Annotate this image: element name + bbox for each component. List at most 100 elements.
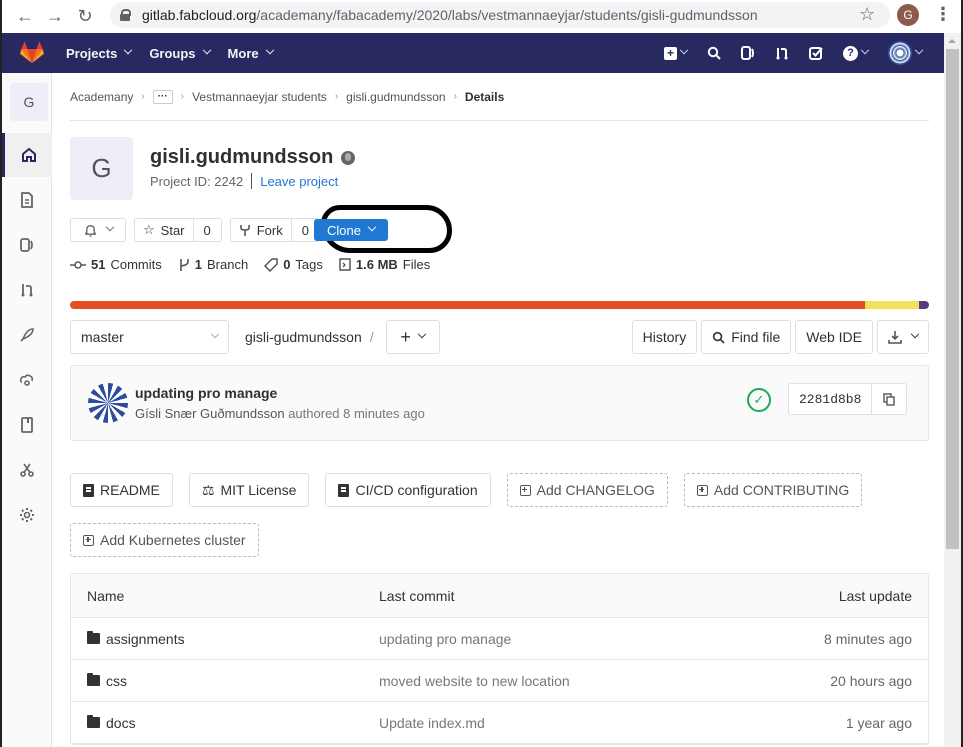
commit-author-name[interactable]: Gísli Snær Guðmundsson	[135, 406, 285, 421]
branch-stat[interactable]: 1 Branch	[178, 257, 248, 272]
files-stat[interactable]: 1.6 MB Files	[339, 257, 430, 272]
scroll-thumb[interactable]	[946, 49, 959, 549]
commits-count: 51	[91, 257, 106, 272]
last-commit-cell[interactable]: moved website to new location	[379, 673, 712, 689]
folder-name[interactable]: css	[106, 673, 127, 689]
file-name-cell: docs	[87, 715, 379, 731]
add-contributing-label: Add CONTRIBUTING	[713, 482, 850, 498]
sidebar-item-snippets[interactable]	[2, 448, 52, 492]
repo-root-link[interactable]: gisli-gudmundsson	[245, 329, 362, 345]
branch-icon	[179, 258, 189, 271]
language-segment[interactable]	[864, 301, 919, 309]
clone-button[interactable]: Clone	[313, 219, 388, 241]
todo-icon[interactable]	[809, 46, 823, 60]
nav-projects[interactable]: Projects	[66, 46, 133, 61]
new-dropdown[interactable]: +	[664, 45, 689, 60]
gitlab-logo-icon[interactable]	[20, 42, 44, 64]
help-dropdown[interactable]: ?	[843, 45, 870, 61]
add-changelog-button[interactable]: Add CHANGELOG	[506, 473, 668, 507]
download-icon	[888, 331, 902, 344]
tags-label: Tags	[295, 257, 323, 272]
sidebar-item-issues[interactable]	[2, 223, 52, 267]
tags-stat[interactable]: 0 Tags	[264, 257, 323, 272]
commit-author-avatar[interactable]	[88, 383, 128, 423]
sidebar-item-merge-requests[interactable]	[2, 268, 52, 312]
commit-title[interactable]: updating pro manage	[135, 385, 277, 401]
readme-button[interactable]: README	[70, 473, 173, 507]
folder-name[interactable]: docs	[106, 715, 136, 731]
breadcrumb-vestmannaeyjar-students[interactable]: Vestmannaeyjar students	[192, 90, 327, 104]
notification-dropdown[interactable]	[70, 218, 126, 242]
add-to-tree-dropdown[interactable]: +	[385, 320, 440, 354]
star-button[interactable]: ☆ Star	[135, 219, 193, 241]
browser-menu-icon[interactable]: ⋮	[934, 4, 952, 25]
reload-icon[interactable]: ↻	[70, 1, 100, 31]
issues-icon[interactable]	[741, 46, 755, 60]
column-header-name: Name	[87, 587, 125, 604]
branch-selector[interactable]: master	[70, 320, 229, 354]
copy-sha-button[interactable]	[872, 384, 906, 414]
ci-cd-configuration-button[interactable]: CI/CD configuration	[325, 473, 491, 507]
find-file-label: Find file	[731, 329, 781, 345]
breadcrumb-expand-button[interactable]: ···	[152, 89, 173, 104]
table-row[interactable]: css moved website to new location 20 hou…	[71, 660, 928, 702]
breadcrumb: Academany › ··· › Vestmannaeyjar student…	[70, 73, 929, 121]
page-scrollbar[interactable]	[944, 33, 961, 747]
sidebar-item-project-overview[interactable]	[2, 133, 52, 177]
pipeline-passed-icon[interactable]: ✓	[747, 388, 771, 412]
web-ide-button[interactable]: Web IDE	[795, 320, 873, 354]
readme-label: README	[100, 482, 160, 498]
plus-square-icon	[83, 534, 94, 546]
breadcrumb-project[interactable]: gisli.gudmundsson	[346, 90, 445, 104]
breadcrumb-academany[interactable]: Academany	[70, 90, 133, 104]
sidebar-item-repository[interactable]	[2, 178, 52, 222]
user-menu[interactable]	[888, 41, 924, 65]
history-button[interactable]: History	[631, 320, 698, 354]
sidebar-item-operations[interactable]	[2, 358, 52, 402]
language-segment[interactable]	[918, 301, 929, 309]
bookmark-star-icon[interactable]: ☆	[859, 4, 875, 25]
sidebar-item-wiki[interactable]	[2, 403, 52, 447]
project-title-row: gisli.gudmundsson	[150, 146, 356, 169]
add-kubernetes-cluster-button[interactable]: Add Kubernetes cluster	[70, 523, 259, 557]
back-arrow-icon[interactable]: ←	[10, 1, 40, 31]
add-contributing-button[interactable]: Add CONTRIBUTING	[683, 473, 863, 507]
nav-more[interactable]: More	[228, 46, 274, 61]
file-icon	[338, 483, 350, 497]
merge-requests-icon[interactable]	[775, 46, 789, 60]
star-count[interactable]: 0	[192, 219, 221, 241]
search-icon	[713, 331, 725, 344]
repository-language-bar[interactable]	[70, 301, 929, 309]
folder-icon	[87, 673, 100, 686]
browser-profile-avatar[interactable]: G	[897, 4, 919, 26]
sidebar-item-ci-cd[interactable]	[2, 313, 52, 357]
commits-stat[interactable]: 51 Commits	[70, 257, 162, 272]
tags-count: 0	[283, 257, 291, 272]
project-sidebar: G	[2, 73, 52, 747]
navbar-right: + ?	[664, 33, 924, 73]
file-icon	[83, 483, 94, 497]
table-row[interactable]: docs Update index.md 1 year ago	[71, 702, 928, 744]
commit-sha[interactable]: 2281d8b8	[789, 384, 873, 414]
license-button[interactable]: ⚖ MIT License	[188, 473, 310, 507]
table-row[interactable]: assignments updating pro manage 8 minute…	[71, 618, 928, 660]
breadcrumb-current[interactable]: Details	[465, 90, 504, 104]
folder-name[interactable]: assignments	[106, 631, 185, 647]
last-commit-cell[interactable]: Update index.md	[379, 715, 712, 731]
sidebar-project-avatar[interactable]: G	[10, 83, 48, 121]
sidebar-item-settings[interactable]	[2, 493, 52, 537]
nav-groups[interactable]: Groups	[149, 46, 211, 61]
language-segment[interactable]	[70, 301, 865, 309]
leave-project-link[interactable]: Leave project	[260, 174, 338, 189]
forward-arrow-icon[interactable]: →	[40, 1, 70, 31]
chevron-down-icon	[367, 222, 377, 232]
find-file-button[interactable]: Find file	[701, 320, 792, 354]
fork-button[interactable]: Fork	[231, 219, 291, 241]
address-bar[interactable]: gitlab.fabcloud.org/academany/fabacademy…	[110, 2, 890, 28]
search-icon[interactable]	[707, 46, 721, 60]
plus-square-icon	[519, 484, 531, 496]
scroll-up-arrow-icon[interactable]	[948, 39, 956, 43]
cloud-gear-icon	[19, 374, 34, 386]
download-dropdown[interactable]	[877, 320, 929, 354]
last-commit-cell[interactable]: updating pro manage	[379, 631, 712, 647]
